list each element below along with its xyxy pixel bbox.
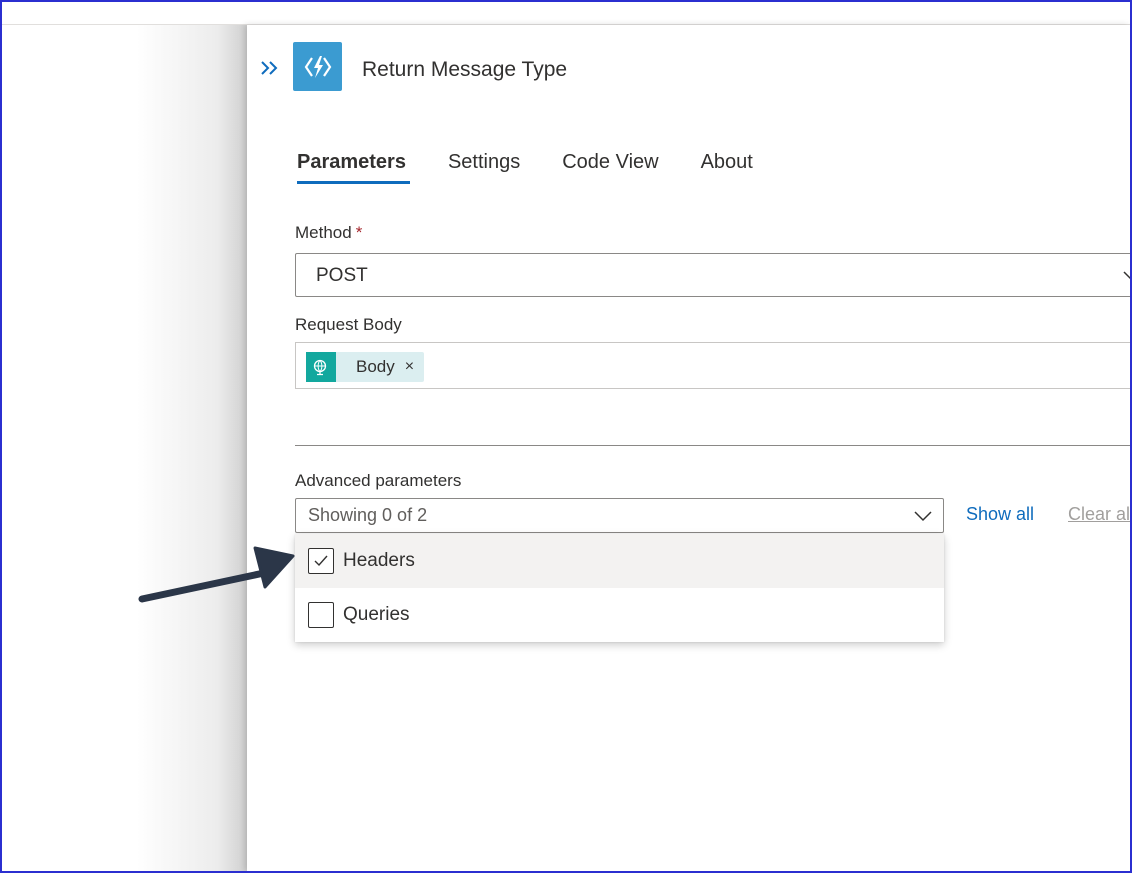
tab-code-view[interactable]: Code View — [562, 151, 658, 184]
headers-checkbox[interactable] — [308, 548, 334, 574]
method-label: Method * — [295, 223, 362, 243]
panel-title: Return Message Type — [362, 58, 568, 81]
tab-bar: Parameters Settings Code View About — [297, 151, 795, 184]
trigger-globe-icon — [306, 352, 336, 382]
advanced-parameters-value: Showing 0 of 2 — [308, 505, 428, 525]
screenshot-frame: Return Message Type Parameters Settings … — [0, 0, 1132, 873]
canvas-background — [2, 25, 247, 871]
advanced-parameters-dropdown[interactable]: Showing 0 of 2 — [295, 498, 944, 533]
headers-label: Headers — [343, 550, 415, 571]
tab-parameters[interactable]: Parameters — [297, 151, 410, 184]
action-details-panel: Return Message Type Parameters Settings … — [247, 25, 1130, 871]
tab-settings[interactable]: Settings — [448, 151, 520, 184]
checkmark-icon — [314, 555, 328, 567]
request-body-field[interactable]: Body × — [295, 342, 1130, 389]
method-label-text: Method — [295, 223, 352, 242]
action-icon — [293, 42, 342, 91]
chevron-down-icon — [914, 511, 932, 522]
request-body-label: Request Body — [295, 315, 402, 334]
method-dropdown[interactable]: POST — [295, 253, 1130, 297]
queries-label: Queries — [343, 604, 410, 625]
method-value: POST — [316, 265, 368, 286]
tab-about[interactable]: About — [701, 151, 753, 184]
body-token[interactable]: Body × — [306, 352, 425, 382]
body-token-label: Body — [356, 357, 395, 376]
queries-checkbox[interactable] — [308, 602, 334, 628]
collapse-panel-button[interactable] — [258, 56, 282, 80]
chevron-down-icon — [1123, 271, 1130, 280]
option-headers[interactable]: Headers — [295, 534, 944, 588]
show-all-link[interactable]: Show all — [966, 504, 1034, 525]
double-chevron-right-icon — [261, 61, 278, 75]
option-queries[interactable]: Queries — [295, 588, 944, 642]
remove-token-button[interactable]: × — [405, 358, 414, 376]
advanced-parameters-menu: Headers Queries — [295, 534, 944, 642]
advanced-parameters-label: Advanced parameters — [295, 471, 462, 490]
required-marker: * — [355, 223, 363, 242]
clear-all-link[interactable]: Clear all — [1068, 504, 1130, 525]
azure-function-icon — [304, 55, 331, 78]
section-divider — [295, 445, 1130, 446]
